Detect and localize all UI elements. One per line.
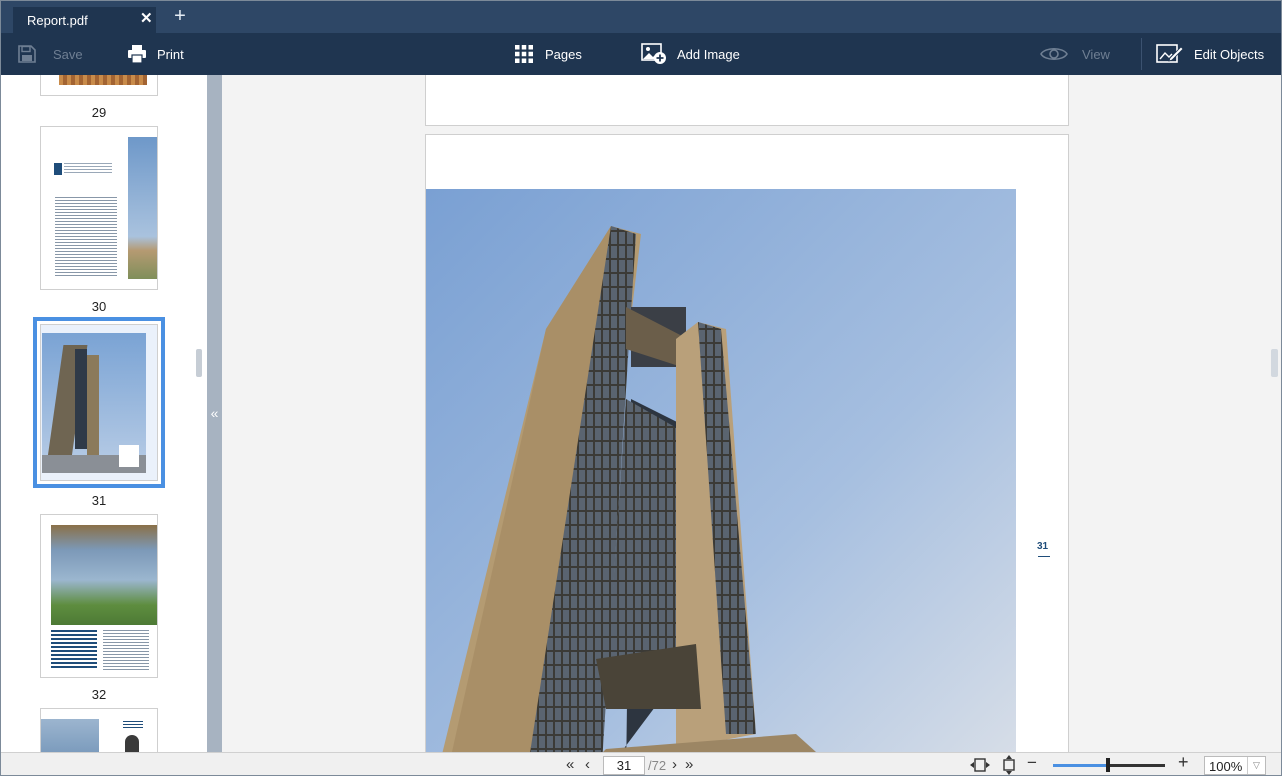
- view-button[interactable]: View: [1040, 33, 1110, 75]
- page-thumbnail[interactable]: [40, 75, 158, 96]
- edit-objects-label: Edit Objects: [1194, 46, 1265, 62]
- thumbnail-label: 32: [91, 687, 107, 702]
- add-image-icon: [641, 43, 666, 64]
- first-page-icon[interactable]: «: [566, 756, 574, 774]
- zoom-slider[interactable]: [1053, 758, 1165, 772]
- zoom-value: 100%: [1209, 759, 1243, 774]
- zoom-slider-handle[interactable]: [1106, 758, 1110, 772]
- fit-width-icon[interactable]: [969, 758, 991, 772]
- thumbnail-label: 30: [91, 299, 107, 314]
- status-bar: « ‹ /72 › » − + 100% ▽: [1, 752, 1281, 776]
- document-page-current: 31: [425, 134, 1069, 752]
- app-window: Report.pdf ✕ + Save Print Pages Add Imag…: [0, 0, 1282, 776]
- building-photo: [426, 189, 1016, 752]
- sidebar-scrollbar-thumb[interactable]: [196, 349, 202, 377]
- document-page-previous: [425, 75, 1069, 126]
- zoom-out-icon[interactable]: −: [1027, 754, 1037, 772]
- page-number-text: 31: [1037, 541, 1049, 552]
- tab-report[interactable]: Report.pdf ✕: [13, 7, 156, 33]
- zoom-select[interactable]: 100% ▽: [1204, 756, 1266, 775]
- tab-title: Report.pdf: [27, 13, 88, 28]
- print-label: Print: [157, 46, 184, 62]
- save-label: Save: [53, 46, 83, 62]
- page-number-input[interactable]: [603, 756, 645, 775]
- save-icon: [18, 45, 36, 63]
- page-number-underline: [1038, 556, 1050, 557]
- zoom-in-icon[interactable]: +: [1178, 753, 1189, 771]
- close-icon[interactable]: ✕: [140, 9, 153, 27]
- print-button[interactable]: Print: [127, 33, 184, 75]
- page-thumbnail-selected[interactable]: [33, 317, 165, 488]
- previous-page-icon[interactable]: ‹: [585, 756, 590, 774]
- thumbnail-label: 31: [91, 493, 107, 508]
- document-viewer: 31: [222, 75, 1281, 752]
- page-thumbnail[interactable]: [40, 126, 158, 290]
- page-thumbnail[interactable]: [40, 708, 158, 752]
- zoom-slider-fill: [1053, 764, 1109, 767]
- next-page-icon[interactable]: ›: [672, 756, 677, 774]
- collapse-sidebar-icon[interactable]: «: [208, 405, 221, 421]
- add-image-button[interactable]: Add Image: [641, 33, 740, 75]
- grid-icon: [515, 45, 533, 63]
- fit-page-icon[interactable]: [1002, 754, 1016, 776]
- pages-label: Pages: [545, 46, 582, 62]
- toolbar: Save Print Pages Add Image View Edit Obj…: [1, 33, 1281, 75]
- chevron-down-icon[interactable]: ▽: [1247, 757, 1265, 774]
- viewer-scrollbar-thumb[interactable]: [1271, 349, 1278, 377]
- pages-button[interactable]: Pages: [515, 33, 582, 75]
- edit-objects-button[interactable]: Edit Objects: [1156, 33, 1264, 75]
- page-thumbnails-panel: 29 30 31 32: [1, 75, 207, 752]
- toolbar-divider: [1141, 38, 1142, 70]
- page-thumbnail[interactable]: [40, 514, 158, 678]
- tab-bar: Report.pdf ✕ +: [1, 1, 1281, 33]
- new-tab-button[interactable]: +: [171, 6, 189, 27]
- last-page-icon[interactable]: »: [685, 756, 693, 774]
- view-label: View: [1082, 46, 1110, 62]
- total-pages-label: /72: [648, 758, 667, 773]
- edit-objects-icon: [1156, 44, 1184, 63]
- add-image-label: Add Image: [677, 46, 740, 62]
- printer-icon: [128, 45, 146, 64]
- eye-icon: [1040, 47, 1068, 61]
- save-button[interactable]: Save: [17, 33, 83, 75]
- thumbnail-label: 29: [91, 105, 107, 120]
